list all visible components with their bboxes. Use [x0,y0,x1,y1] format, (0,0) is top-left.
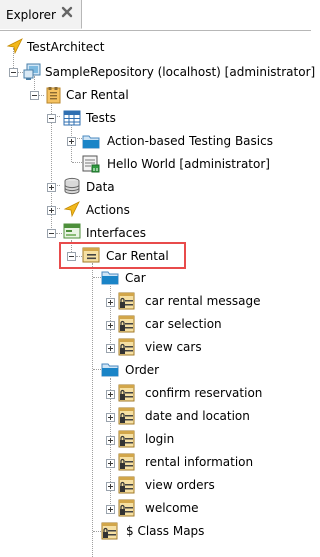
node-test-module[interactable]: Hello World [administrator] [107,156,270,172]
interfaces-icon [63,223,81,239]
testarchitect-icon [6,38,23,55]
tree-line [110,286,111,347]
project-icon [46,87,61,104]
interface-entity-icon [118,292,135,310]
interface-entity-icon [118,315,135,333]
data-icon [64,177,80,195]
node-interface-entity[interactable]: date and location [145,408,250,424]
node-interface-entity[interactable]: rental information [145,454,253,470]
tree-line [93,277,101,278]
node-car-rental-project[interactable]: Car Rental [66,87,129,103]
node-data[interactable]: Data [86,179,115,195]
expand-icon[interactable] [106,436,115,445]
class-maps-icon [101,522,118,540]
expand-icon[interactable] [47,206,56,215]
tree-line [93,369,101,370]
node-interface-entity[interactable]: view cars [145,339,202,355]
collapse-icon[interactable] [67,252,76,261]
collapse-icon[interactable] [47,229,56,238]
expand-icon[interactable] [47,183,56,192]
collapse-icon[interactable] [47,114,56,123]
interface-entity-icon [118,453,135,471]
expand-icon[interactable] [106,482,115,491]
tree-line [72,162,82,163]
interface-entity-icon [118,338,135,356]
repository-icon [23,63,41,80]
tab-bar: Explorer [0,0,311,31]
node-interface-entity[interactable]: confirm reservation [145,385,262,401]
expand-icon[interactable] [106,344,115,353]
expand-icon[interactable] [106,505,115,514]
expand-icon[interactable] [106,413,115,422]
interface-file-icon [82,247,100,263]
node-actions[interactable]: Actions [86,202,130,218]
expand-icon[interactable] [106,459,115,468]
close-icon[interactable] [60,5,74,19]
node-car-folder[interactable]: Car [125,270,146,286]
folder-icon [101,271,119,285]
tree-line [56,233,62,234]
node-interface-entity[interactable]: login [145,431,174,447]
tab-label: Explorer [6,8,56,22]
interface-entity-icon [118,476,135,494]
expand-icon[interactable] [106,390,115,399]
interface-entity-icon [118,430,135,448]
node-interface-entity[interactable]: welcome [145,500,199,516]
node-order-folder[interactable]: Order [125,362,159,378]
expand-icon[interactable] [67,137,76,146]
tab-explorer[interactable]: Explorer [0,0,82,29]
node-interface-entity[interactable]: car selection [145,316,222,332]
node-test-module[interactable]: Action-based Testing Basics [107,133,273,149]
node-tests[interactable]: Tests [86,110,116,126]
tests-icon [63,110,81,126]
folder-icon [101,363,119,377]
node-class-maps[interactable]: $ Class Maps [126,523,204,539]
test-module-icon [82,155,100,173]
interface-entity-icon [118,407,135,425]
tree-line [92,263,93,557]
collapse-icon[interactable] [9,68,18,77]
folder-icon [82,135,100,149]
expand-icon[interactable] [106,321,115,330]
actions-icon [63,201,80,218]
node-interfaces[interactable]: Interfaces [86,225,146,241]
node-sample-repository[interactable]: SampleRepository (localhost) [administra… [45,64,315,80]
node-interface-entity[interactable]: car rental message [145,293,261,309]
collapse-icon[interactable] [30,91,39,100]
node-car-rental-interface[interactable]: Car Rental [106,248,169,264]
expand-icon[interactable] [106,298,115,307]
node-testarchitect[interactable]: TestArchitect [27,39,104,55]
interface-entity-icon [118,499,135,517]
node-interface-entity[interactable]: view orders [145,477,215,493]
interface-entity-icon [118,384,135,402]
explorer-tree: TestArchitect SampleRepository (localhos… [0,30,315,557]
